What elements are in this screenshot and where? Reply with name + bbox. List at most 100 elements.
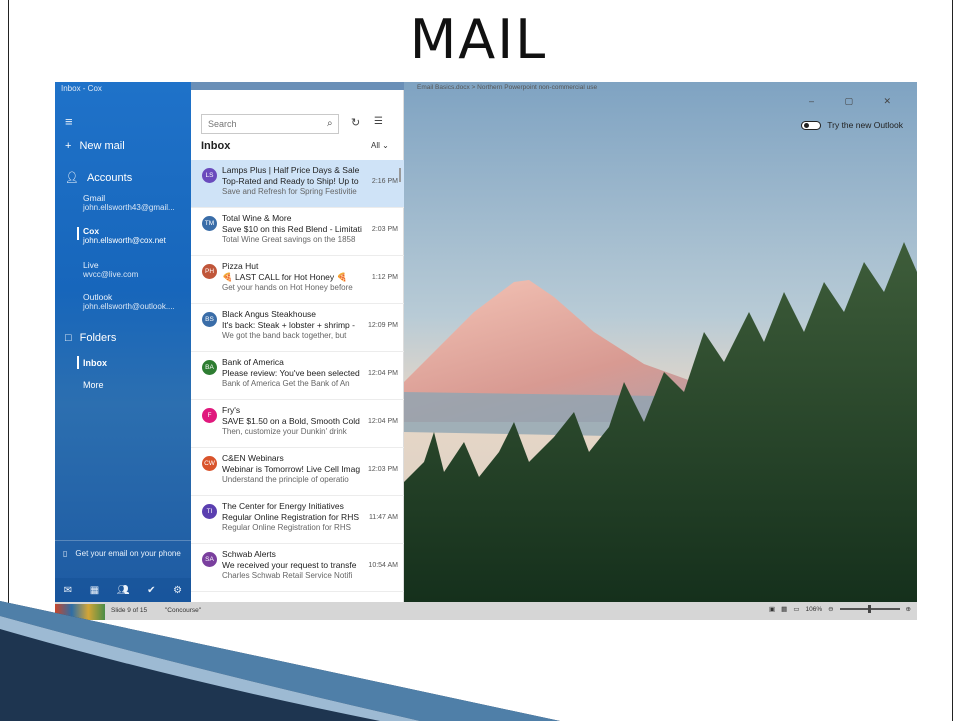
filter-value: All xyxy=(371,141,380,150)
try-new-outlook-label: Try the new Outlook xyxy=(827,120,903,130)
account-name: Gmail xyxy=(83,193,106,203)
message-subject: Regular Online Registration for RHS xyxy=(222,512,360,522)
message-sender: The Center for Energy Initiatives xyxy=(222,501,344,511)
message-preview: We got the band back together, but xyxy=(222,331,347,340)
promo-label: Get your email on your phone xyxy=(75,549,181,558)
message-time: 2:16 PM xyxy=(371,178,398,185)
toggle-switch[interactable] xyxy=(801,120,822,130)
message-subject: It's back: Steak + lobster + shrimp - xyxy=(222,320,355,330)
app-switcher-bar: ✉ ▦ 👥︎ ✔ ⚙ xyxy=(55,578,191,602)
message-time: 1:12 PM xyxy=(371,274,398,281)
message-time: 12:09 PM xyxy=(368,322,398,329)
message-item[interactable]: F Fry's SAVE $1.50 on a Bold, Smooth Cold 1… xyxy=(191,400,404,448)
message-time: 10:54 AM xyxy=(368,562,398,569)
settings-gear-icon[interactable]: ⚙ xyxy=(173,585,182,596)
message-subject: Top-Rated and Ready to Ship! Up to xyxy=(222,176,359,186)
sender-avatar: F xyxy=(202,408,217,423)
message-item[interactable]: BA Bank of America Please review: You've b… xyxy=(191,352,404,400)
window-title: Inbox - Cox xyxy=(61,84,102,93)
message-sender: Fry's xyxy=(222,405,241,415)
account-gmail[interactable]: Gmail john.ellsworth43@gmail... xyxy=(83,193,175,213)
sender-avatar: BA xyxy=(202,360,217,375)
selection-indicator xyxy=(77,356,79,369)
folder-inbox[interactable]: Inbox xyxy=(83,358,107,368)
zoom-in-icon[interactable]: ⊕ xyxy=(906,605,911,613)
zoom-level[interactable]: 106% xyxy=(805,606,822,613)
message-time: 12:03 PM xyxy=(368,466,398,473)
window-controls[interactable]: – ▢ ✕ xyxy=(809,96,905,107)
slide-sorter-icon[interactable]: ▦ xyxy=(781,605,787,613)
mail-icon[interactable]: ✉ xyxy=(64,585,72,596)
folder-more[interactable]: More xyxy=(83,380,104,390)
selection-indicator xyxy=(77,227,79,240)
message-sender: Pizza Hut xyxy=(222,261,259,271)
message-subject: Please review: You've been selected xyxy=(222,368,360,378)
accounts-label: Accounts xyxy=(86,171,133,184)
message-item[interactable]: TI The Center for Energy Initiatives Regul… xyxy=(191,496,404,544)
message-subject: 🍕 LAST CALL for Hot Honey 🍕 xyxy=(222,272,348,282)
account-live[interactable]: Live wvcc@live.com xyxy=(83,260,138,280)
message-preview: Regular Online Registration for RHS xyxy=(222,523,351,532)
message-time: 2:03 PM xyxy=(371,226,398,233)
slide-swoosh-decoration xyxy=(0,601,560,721)
message-sender: Schwab Alerts xyxy=(222,549,276,559)
message-preview: Charles Schwab Retail Service Notifi xyxy=(222,571,353,580)
message-sender: Lamps Plus | Half Price Days & Sale xyxy=(222,165,360,175)
message-sender: Bank of America xyxy=(222,357,284,367)
accounts-pane: Inbox - Cox ≡ + New mail 👤︎ Accounts Gma… xyxy=(55,82,191,602)
normal-view-icon[interactable]: ▣ xyxy=(769,605,775,613)
message-preview: Then, customize your Dunkin' drink xyxy=(222,427,347,436)
account-cox[interactable]: Cox john.ellsworth@cox.net xyxy=(83,226,166,246)
hamburger-menu-icon[interactable]: ≡ xyxy=(65,114,73,129)
scrollbar-thumb[interactable] xyxy=(399,168,401,182)
slide-title: MAIL xyxy=(409,8,548,71)
message-preview: Bank of America Get the Bank of An xyxy=(222,379,350,388)
search-icon[interactable]: ⌕ xyxy=(327,118,333,129)
zoom-out-icon[interactable]: ⊖ xyxy=(828,605,833,613)
filter-dropdown[interactable]: All ⌄ xyxy=(371,141,389,150)
message-preview: Total Wine Great savings on the 1858 xyxy=(222,235,356,244)
person-icon: 👤︎ xyxy=(65,172,79,184)
account-outlook[interactable]: Outlook john.ellsworth@outlook.... xyxy=(83,292,175,312)
message-time: 11:47 AM xyxy=(368,514,398,521)
sender-avatar: LS xyxy=(202,168,217,183)
search-input[interactable] xyxy=(201,114,339,134)
sender-avatar: TM xyxy=(202,216,217,231)
sender-avatar: CW xyxy=(202,456,217,471)
select-mode-icon[interactable]: ☰ xyxy=(374,116,383,127)
sender-avatar: TI xyxy=(202,504,217,519)
calendar-icon[interactable]: ▦ xyxy=(90,585,99,596)
zoom-slider[interactable] xyxy=(839,605,900,613)
try-new-outlook[interactable]: Try the new Outlook xyxy=(801,120,903,130)
folders-header[interactable]: □ Folders xyxy=(65,332,116,344)
message-item[interactable]: CW C&EN Webinars Webinar is Tomorrow! Live… xyxy=(191,448,404,496)
message-preview: Save and Refresh for Spring Festivitie xyxy=(222,187,357,196)
sender-avatar: BS xyxy=(202,312,217,327)
plus-icon: + xyxy=(65,140,72,152)
message-preview: Understand the principle of operatio xyxy=(222,475,349,484)
message-time: 12:04 PM xyxy=(368,370,398,377)
message-item[interactable]: TM Total Wine & More Save $10 on this Red … xyxy=(191,208,404,256)
message-subject: Webinar is Tomorrow! Live Cell Imag xyxy=(222,464,361,474)
reading-view-icon[interactable]: ▭ xyxy=(793,605,799,613)
phone-icon: ▯ xyxy=(63,549,68,558)
get-email-on-phone[interactable]: ▯ Get your email on your phone xyxy=(55,540,191,558)
folder-icon: □ xyxy=(65,332,72,344)
message-list: LS Lamps Plus | Half Price Days & Sale Top… xyxy=(191,160,404,592)
message-item[interactable]: LS Lamps Plus | Half Price Days & Sale Top… xyxy=(191,160,404,208)
todo-icon[interactable]: ✔ xyxy=(147,585,155,596)
sender-avatar: PH xyxy=(202,264,217,279)
account-email: john.ellsworth43@gmail... xyxy=(83,203,175,212)
message-item[interactable]: SA Schwab Alerts We received your request … xyxy=(191,544,404,592)
people-icon[interactable]: 👥︎ xyxy=(117,585,130,596)
account-email: john.ellsworth@cox.net xyxy=(83,236,166,245)
folder-heading: Inbox xyxy=(201,140,231,152)
new-mail-button[interactable]: + New mail xyxy=(65,140,125,152)
accounts-header[interactable]: 👤︎ Accounts xyxy=(65,171,133,185)
folders-label: Folders xyxy=(79,332,117,344)
message-item[interactable]: BS Black Angus Steakhouse It's back: Steak… xyxy=(191,304,404,352)
message-subject: SAVE $1.50 on a Bold, Smooth Cold xyxy=(222,416,360,426)
message-item[interactable]: PH Pizza Hut 🍕 LAST CALL for Hot Honey 🍕 1:… xyxy=(191,256,404,304)
sync-icon[interactable]: ↻ xyxy=(351,116,360,129)
message-sender: Black Angus Steakhouse xyxy=(222,309,317,319)
